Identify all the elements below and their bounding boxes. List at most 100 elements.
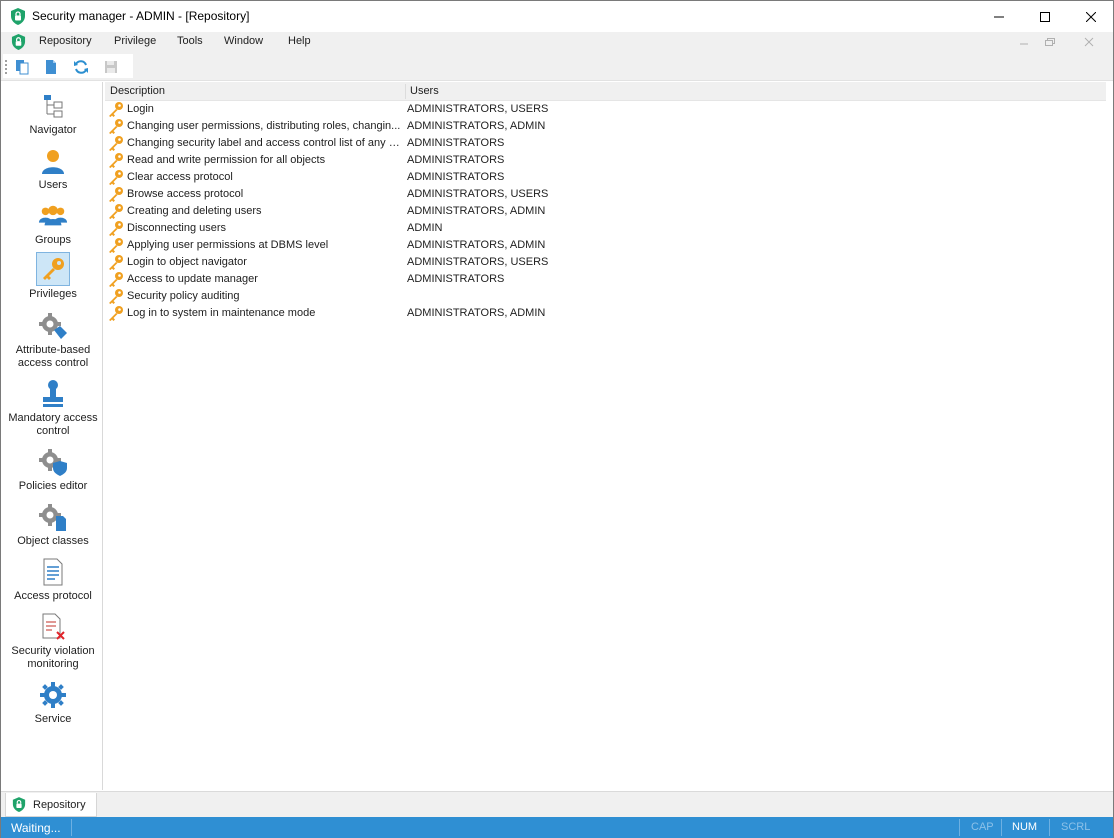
- key-icon: [36, 252, 70, 286]
- toolbar-grip[interactable]: [5, 60, 7, 74]
- gear-tag-icon: [37, 310, 69, 342]
- row-description: Log in to system in maintenance mode: [127, 307, 316, 319]
- sidebar-item-policies-editor[interactable]: Policies editor: [3, 446, 103, 493]
- sidebar-label: Users: [38, 179, 68, 191]
- column-header-description[interactable]: Description: [110, 85, 165, 97]
- close-icon: [1086, 11, 1096, 22]
- sidebar-item-security-violation-monitoring[interactable]: Security violation monitoring: [3, 611, 103, 671]
- row-users: ADMINISTRATORS, ADMIN: [407, 239, 546, 251]
- row-users: ADMINISTRATORS, ADMIN: [407, 205, 546, 217]
- child-close-icon[interactable]: [1082, 36, 1096, 48]
- maximize-icon: [1040, 11, 1050, 22]
- sidebar-item-navigator[interactable]: Navigator: [3, 90, 103, 137]
- violation-document-icon: [37, 611, 69, 643]
- row-users: ADMINISTRATORS: [407, 171, 505, 183]
- row-users: ADMINISTRATORS: [407, 137, 505, 149]
- gear-document-icon: [37, 501, 69, 533]
- sidebar-item-attribute-based-access-control[interactable]: Attribute-based access control: [3, 310, 103, 370]
- menu-repository[interactable]: Repository: [39, 35, 92, 47]
- status-divider: [71, 819, 72, 836]
- groups-icon: [37, 200, 69, 232]
- grid-header: Description Users: [105, 82, 1106, 101]
- key-icon: [109, 119, 123, 134]
- key-icon: [109, 255, 123, 270]
- sidebar-label: Object classes: [17, 535, 89, 547]
- scroll-lock-indicator: SCRL: [1061, 821, 1091, 833]
- sidebar-item-access-protocol[interactable]: Access protocol: [3, 556, 103, 603]
- key-icon: [109, 153, 123, 168]
- row-description: Browse access protocol: [127, 188, 244, 200]
- menu-tools[interactable]: Tools: [177, 35, 203, 47]
- navigation-sidebar: Navigator Users Groups Privileges Attrib…: [3, 82, 103, 790]
- table-row[interactable]: Read and write permission for all object…: [105, 152, 1106, 169]
- table-row[interactable]: Login ADMINISTRATORS, USERS: [105, 101, 1106, 118]
- table-row[interactable]: Applying user permissions at DBMS level A…: [105, 237, 1106, 254]
- save-button[interactable]: [102, 58, 120, 76]
- menu-privilege[interactable]: Privilege: [114, 35, 156, 47]
- row-description: Login: [127, 103, 154, 115]
- sidebar-label: Policies editor: [18, 480, 88, 492]
- app-window: Security manager - ADMIN - [Repository] …: [0, 0, 1114, 838]
- row-description: Clear access protocol: [127, 171, 233, 183]
- row-description: Read and write permission for all object…: [127, 154, 326, 166]
- user-icon: [37, 145, 69, 177]
- column-divider[interactable]: [405, 84, 406, 99]
- menu-help[interactable]: Help: [288, 35, 311, 47]
- table-row[interactable]: Changing security label and access contr…: [105, 135, 1106, 152]
- sidebar-label: Navigator: [29, 124, 77, 136]
- table-row[interactable]: Disconnecting users ADMIN: [105, 220, 1106, 237]
- save-icon: [105, 61, 117, 73]
- minimize-button[interactable]: [976, 1, 1022, 32]
- table-row[interactable]: Login to object navigator ADMINISTRATORS,…: [105, 254, 1106, 271]
- copy-document-icon: [16, 60, 29, 75]
- title-bar: Security manager - ADMIN - [Repository]: [1, 1, 1113, 32]
- child-minimize-icon[interactable]: [1017, 36, 1031, 48]
- refresh-icon: [74, 60, 88, 74]
- refresh-button[interactable]: [72, 58, 90, 76]
- navigator-icon: [37, 90, 69, 122]
- open-copy-button[interactable]: [13, 58, 31, 76]
- table-row[interactable]: Creating and deleting users ADMINISTRATOR…: [105, 203, 1106, 220]
- row-users: ADMINISTRATORS: [407, 154, 505, 166]
- table-row[interactable]: Browse access protocol ADMINISTRATORS, US…: [105, 186, 1106, 203]
- gear-shield-icon: [37, 446, 69, 478]
- sidebar-label: Access protocol: [14, 590, 92, 602]
- log-document-icon: [37, 556, 69, 588]
- menu-bar: Repository Privilege Tools Window Help: [1, 32, 1113, 53]
- row-description: Access to update manager: [127, 273, 258, 285]
- toolbar-strip: [3, 54, 133, 78]
- key-icon: [109, 187, 123, 202]
- column-header-users[interactable]: Users: [410, 85, 439, 97]
- key-icon: [109, 289, 123, 304]
- row-users: ADMINISTRATORS, USERS: [407, 103, 549, 115]
- row-description: Security policy auditing: [127, 290, 240, 302]
- sidebar-label: Security violation monitoring: [11, 645, 95, 670]
- sidebar-item-object-classes[interactable]: Object classes: [3, 501, 103, 548]
- shield-lock-icon: [11, 8, 25, 25]
- document-button[interactable]: [42, 58, 60, 76]
- sidebar-item-mandatory-access-control[interactable]: Mandatory access control: [3, 378, 103, 438]
- sidebar-item-privileges[interactable]: Privileges: [3, 252, 103, 301]
- tab-repository[interactable]: Repository: [5, 793, 97, 817]
- sidebar-item-groups[interactable]: Groups: [3, 200, 103, 247]
- child-restore-icon[interactable]: [1043, 36, 1057, 48]
- table-row[interactable]: Log in to system in maintenance mode ADMI…: [105, 305, 1106, 322]
- sidebar-label: Service: [34, 713, 72, 725]
- table-row[interactable]: Access to update manager ADMINISTRATORS: [105, 271, 1106, 288]
- status-text: Waiting...: [11, 821, 61, 835]
- row-users: ADMINISTRATORS, USERS: [407, 256, 549, 268]
- minimize-icon: [994, 16, 1004, 17]
- menu-window[interactable]: Window: [224, 35, 263, 47]
- row-description: Login to object navigator: [127, 256, 247, 268]
- table-row[interactable]: Clear access protocol ADMINISTRATORS: [105, 169, 1106, 186]
- close-button[interactable]: [1068, 1, 1114, 32]
- sidebar-label: Privileges: [29, 288, 77, 300]
- caps-lock-indicator: CAP: [971, 821, 994, 833]
- row-users: ADMINISTRATORS: [407, 273, 505, 285]
- maximize-button[interactable]: [1022, 1, 1068, 32]
- table-row[interactable]: Security policy auditing: [105, 288, 1106, 305]
- sidebar-item-users[interactable]: Users: [3, 145, 103, 192]
- table-row[interactable]: Changing user permissions, distributing …: [105, 118, 1106, 135]
- sidebar-item-service[interactable]: Service: [3, 679, 103, 726]
- status-divider: [1001, 819, 1002, 836]
